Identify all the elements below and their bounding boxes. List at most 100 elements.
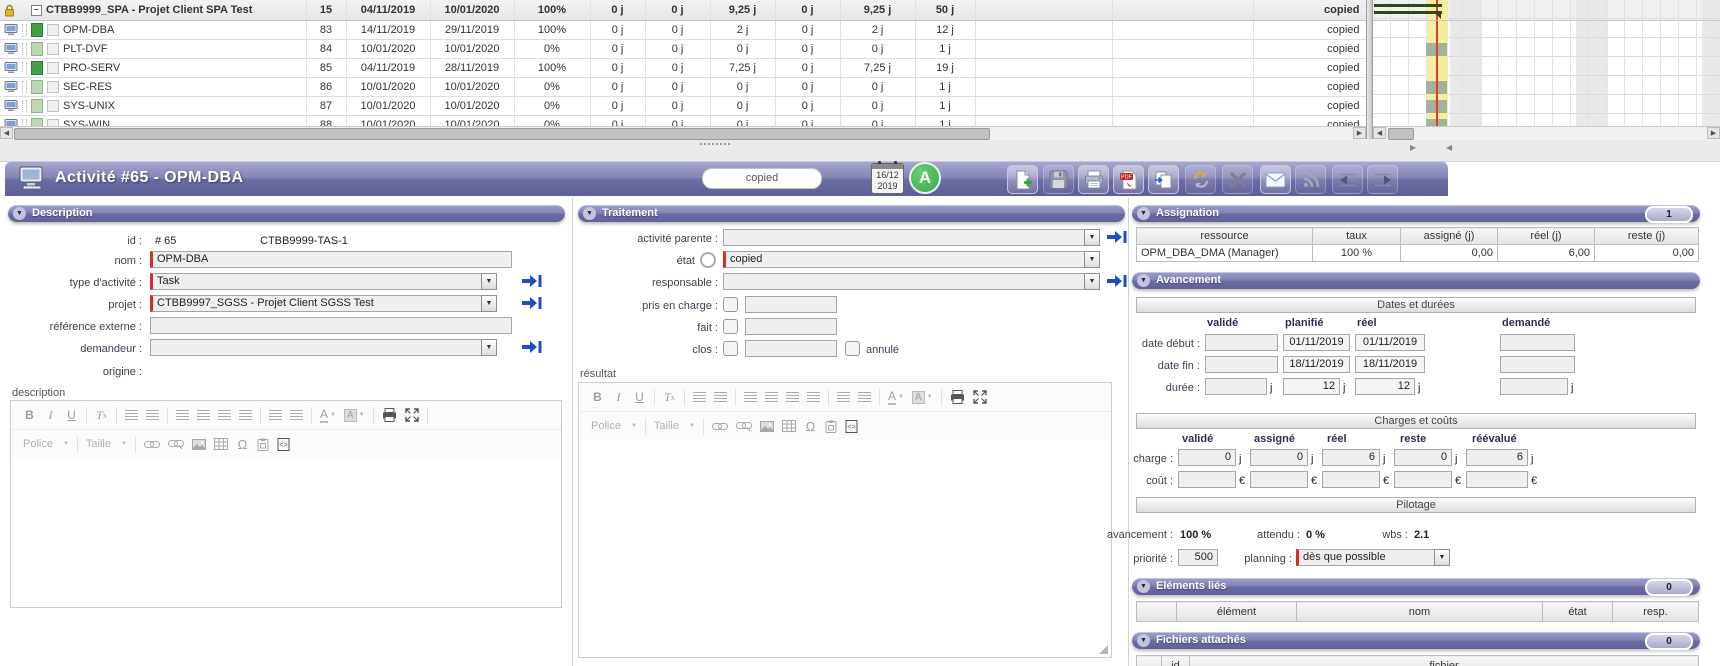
type-activite-select[interactable]: Task [150, 273, 497, 290]
responsable-select[interactable] [723, 273, 1100, 290]
new-button[interactable] [1007, 165, 1038, 194]
scroll-right-icon[interactable]: ▶ [1353, 127, 1366, 139]
chevron-down-icon[interactable]: ▼ [1084, 251, 1100, 268]
collapse-icon[interactable]: ▼ [1137, 207, 1150, 220]
chevron-down-icon[interactable]: ▼ [481, 273, 497, 290]
bold-icon[interactable]: B [23, 408, 36, 423]
font-select[interactable]: Police [23, 438, 53, 450]
bold-icon[interactable]: B [591, 390, 604, 405]
chevron-down-icon[interactable]: ▼ [481, 339, 497, 356]
pane-splitter-horizontal[interactable]: ▶ ◀ [0, 139, 1720, 162]
table-row[interactable]: PLT-DVF 84 10/01/2020 10/01/2020 0% 0 j … [0, 40, 1368, 59]
paste-icon[interactable] [257, 438, 269, 451]
align-center-icon[interactable] [765, 390, 778, 405]
chevron-down-icon[interactable]: ▼ [1434, 549, 1450, 566]
drag-handle[interactable] [22, 24, 27, 36]
print-button[interactable] [1078, 165, 1109, 194]
ordered-list-icon[interactable] [837, 390, 850, 405]
bullet-list-icon[interactable] [858, 390, 871, 405]
projet-select[interactable]: CTBB9997_SGSS - Projet Client SGSS Test [150, 295, 497, 312]
gantt-scrollbar[interactable]: ◀ ▶ [1373, 126, 1720, 140]
table-row[interactable]: SYS-UNIX 87 10/01/2020 10/01/2020 0% 0 j… [0, 97, 1368, 116]
align-right-icon[interactable] [786, 390, 799, 405]
expand-left-icon[interactable]: ◀ [1446, 143, 1452, 152]
scroll-right-icon[interactable]: ▶ [1707, 127, 1720, 139]
drag-handle[interactable] [22, 81, 27, 93]
indent-icon[interactable] [693, 390, 706, 405]
underline-icon[interactable]: U [633, 390, 646, 405]
underline-icon[interactable]: U [65, 408, 78, 423]
indent-icon[interactable] [125, 408, 138, 423]
section-fichiers-attaches[interactable]: ▼ Fichiers attachés 0 [1132, 632, 1700, 649]
reference-date-picker[interactable]: 16/12 2019 [871, 163, 904, 194]
section-assignation[interactable]: ▼ Assignation 1 [1132, 205, 1700, 222]
scroll-left-icon[interactable]: ◀ [0, 127, 13, 139]
chevron-down-icon[interactable]: ▼ [1084, 229, 1100, 246]
section-elements-lies[interactable]: ▼ Eléments liés 0 [1132, 578, 1700, 595]
drag-handle[interactable] [22, 62, 27, 74]
send-mail-button[interactable] [1260, 165, 1291, 194]
section-description[interactable]: ▼ Description [8, 205, 565, 222]
splitter-handle[interactable] [700, 143, 730, 148]
fait-date[interactable] [745, 318, 837, 335]
nom-field[interactable]: OPM-DBA [150, 251, 512, 268]
rss-button[interactable] [1295, 165, 1326, 194]
goto-projet-icon[interactable] [521, 296, 543, 310]
size-select[interactable]: Taille [654, 420, 679, 432]
link-icon[interactable] [712, 422, 728, 431]
section-avancement[interactable]: ▼ Avancement [1132, 272, 1700, 289]
table-icon[interactable] [214, 438, 228, 450]
date-fin-reel[interactable]: 18/11/2019 [1355, 356, 1425, 373]
align-justify-icon[interactable] [807, 390, 820, 405]
special-char-icon[interactable]: Ω [236, 437, 249, 452]
description-editor[interactable]: B I U Tx A▼ A▼ Police▼ [10, 400, 562, 608]
collapse-icon[interactable]: ▼ [583, 207, 596, 220]
font-select[interactable]: Police [591, 420, 621, 432]
unlink-icon[interactable] [168, 439, 184, 450]
size-select[interactable]: Taille [86, 438, 111, 450]
fait-checkbox[interactable] [723, 319, 738, 334]
italic-icon[interactable]: I [612, 390, 625, 405]
clos-date[interactable] [745, 340, 837, 357]
table-row[interactable]: OPM-DBA 83 14/11/2019 29/11/2019 100% 0 … [0, 21, 1368, 40]
drag-handle[interactable] [22, 43, 27, 55]
project-summary-bar[interactable] [1374, 4, 1442, 7]
refresh-button[interactable] [1185, 165, 1216, 194]
paste-icon[interactable] [825, 420, 837, 433]
goto-parent-icon[interactable] [1106, 230, 1128, 244]
pris-en-charge-date[interactable] [745, 296, 837, 313]
description-content[interactable] [11, 458, 561, 607]
pris-en-charge-checkbox[interactable] [723, 297, 738, 312]
align-left-icon[interactable] [176, 408, 189, 423]
source-code-icon[interactable]: <> [845, 420, 858, 433]
resultat-editor[interactable]: B I U Tx A▼ A▼ Police▼ Taille [578, 382, 1112, 658]
copy-button[interactable] [1148, 165, 1179, 194]
expand-right-icon[interactable]: ▶ [1410, 143, 1416, 152]
remove-format-icon[interactable]: Tx [663, 390, 676, 405]
pdf-export-button[interactable]: PDF [1113, 165, 1144, 194]
table-row-project[interactable]: − CTBB9999_SPA - Projet Client SPA Test … [0, 0, 1368, 21]
image-icon[interactable] [760, 421, 774, 432]
demandeur-select[interactable] [150, 339, 497, 356]
collapse-icon[interactable]: ▼ [1137, 634, 1150, 647]
editor-maximize-icon[interactable] [405, 408, 419, 422]
align-left-icon[interactable] [744, 390, 757, 405]
duree-reel[interactable]: 12 [1355, 378, 1415, 395]
grid-scrollbar[interactable]: ◀ ▶ [0, 126, 1366, 140]
ordered-list-icon[interactable] [269, 408, 282, 423]
align-justify-icon[interactable] [239, 408, 252, 423]
align-center-icon[interactable] [197, 408, 210, 423]
goto-responsable-icon[interactable] [1106, 274, 1128, 288]
source-code-icon[interactable]: <> [277, 438, 290, 451]
editor-print-icon[interactable] [950, 390, 965, 404]
chevron-down-icon[interactable]: ▼ [1084, 273, 1100, 290]
bg-color-icon[interactable]: A▼ [344, 408, 365, 423]
collapse-toggle-icon[interactable]: − [31, 5, 42, 16]
next-button[interactable] [1367, 165, 1398, 194]
chevron-down-icon[interactable]: ▼ [481, 295, 497, 312]
avatar[interactable]: A [909, 162, 941, 194]
annule-checkbox[interactable] [845, 341, 860, 356]
bullet-list-icon[interactable] [290, 408, 303, 423]
table-icon[interactable] [782, 420, 796, 432]
planning-select[interactable]: dès que possible [1296, 549, 1450, 566]
